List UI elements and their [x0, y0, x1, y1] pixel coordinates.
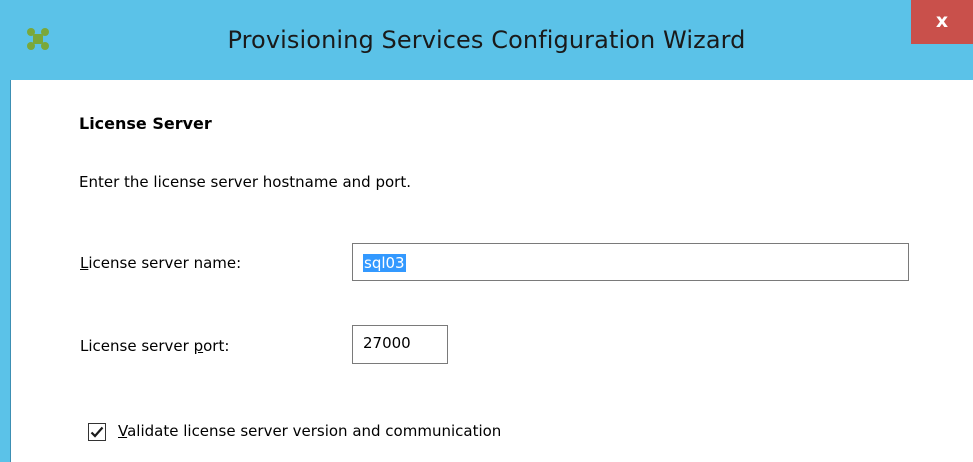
wizard-window: Provisioning Services Configuration Wiza…	[0, 0, 973, 462]
close-button[interactable]: x	[911, 0, 973, 44]
license-server-name-input[interactable]: sql03	[352, 243, 909, 281]
title-bar[interactable]: Provisioning Services Configuration Wiza…	[0, 0, 973, 80]
license-server-port-input[interactable]: 27000	[352, 325, 448, 364]
instructions-text: Enter the license server hostname and po…	[79, 173, 411, 191]
mnemonic-p: p	[193, 337, 204, 355]
validate-checkbox[interactable]	[88, 423, 106, 441]
validate-checkbox-label: Validate license server version and comm…	[118, 422, 502, 440]
window-title: Provisioning Services Configuration Wiza…	[227, 26, 746, 54]
page-title: License Server	[79, 114, 212, 133]
license-server-name-label: License server name:	[80, 254, 242, 272]
license-server-name-value: sql03	[363, 254, 406, 272]
checkmark-icon	[90, 426, 104, 438]
license-server-port-value: 27000	[363, 334, 411, 352]
license-server-port-label: License server port:	[80, 337, 230, 355]
close-icon: x	[935, 10, 949, 32]
